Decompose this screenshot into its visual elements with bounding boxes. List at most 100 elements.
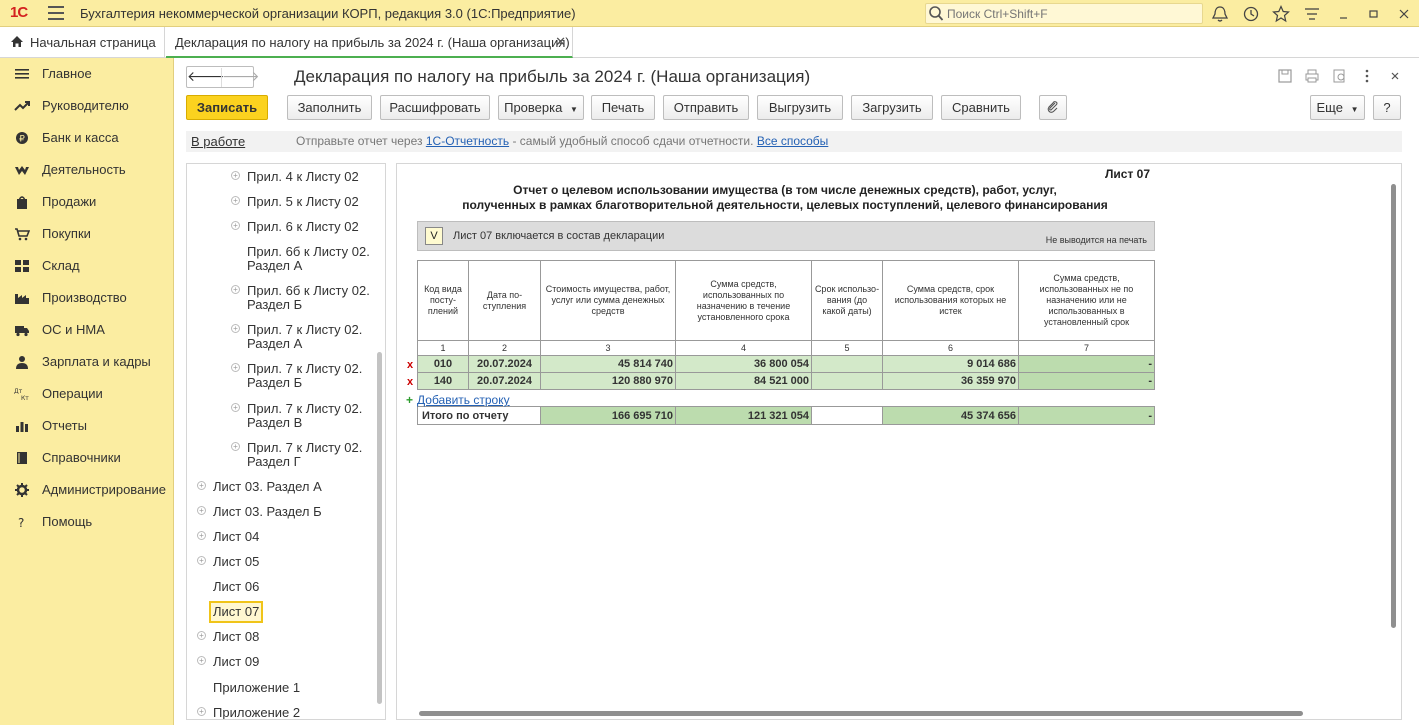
- close-form-icon[interactable]: [1387, 68, 1403, 84]
- back-arrow-icon[interactable]: 🡐: [187, 68, 225, 87]
- tree-item[interactable]: + Лист 08: [197, 630, 259, 644]
- tab-home[interactable]: Начальная страница: [0, 27, 165, 58]
- help-button[interactable]: ?: [1373, 95, 1401, 120]
- sidebar-item-assets[interactable]: ОС и НМА: [0, 314, 174, 344]
- tree-item[interactable]: + Приложение 2: [197, 706, 300, 719]
- sheet-vertical-scroll-thumb[interactable]: [1391, 184, 1396, 628]
- preview-icon[interactable]: [1332, 68, 1348, 84]
- tree-item[interactable]: + Прил. 5 к Листу 02: [231, 195, 359, 209]
- cell-date[interactable]: 20.07.2024: [468, 355, 541, 373]
- history-icon[interactable]: [1241, 4, 1261, 24]
- tree-item[interactable]: + Прил. 7 к Листу 02. Раздел Б: [231, 362, 362, 390]
- expand-icon[interactable]: +: [197, 506, 206, 515]
- tree-item[interactable]: + Лист 04: [197, 530, 259, 544]
- tree-scrollbar[interactable]: [376, 168, 383, 716]
- tree-item[interactable]: + Лист 09: [197, 655, 259, 669]
- sheet-horizontal-scroll-thumb[interactable]: [419, 711, 1303, 716]
- tab-declaration[interactable]: Декларация по налогу на прибыль за 2024 …: [166, 27, 573, 58]
- tree-item[interactable]: + Прил. 7 к Листу 02. Раздел Г: [231, 441, 362, 469]
- tree-item[interactable]: + Лист 03. Раздел А: [197, 480, 322, 494]
- upload-button[interactable]: Выгрузить: [757, 95, 843, 120]
- sidebar-item-reports[interactable]: Отчеты: [0, 410, 174, 440]
- tree-item[interactable]: + Прил. 4 к Листу 02: [231, 170, 359, 184]
- sidebar-item-admin[interactable]: Администрирование: [0, 474, 174, 504]
- attach-button[interactable]: [1039, 95, 1067, 120]
- expand-icon[interactable]: +: [231, 171, 240, 180]
- sidebar-item-operations[interactable]: Дт Кт Операции: [0, 378, 174, 408]
- more-vertical-icon[interactable]: [1359, 68, 1375, 84]
- cell-code[interactable]: 010: [417, 355, 469, 373]
- search-input[interactable]: [945, 5, 1195, 22]
- main-menu-icon[interactable]: [48, 6, 64, 20]
- tree-item[interactable]: Приложение 1: [213, 681, 300, 695]
- cell-date[interactable]: 20.07.2024: [468, 372, 541, 390]
- delete-row-icon[interactable]: x: [407, 359, 413, 371]
- cell-used[interactable]: 36 800 054: [675, 355, 812, 373]
- 1c-reporting-link[interactable]: 1С-Отчетность: [426, 134, 509, 148]
- expand-icon[interactable]: +: [197, 481, 206, 490]
- cell-unexpired[interactable]: 36 359 970: [882, 372, 1019, 390]
- tree-item[interactable]: + Лист 03. Раздел Б: [197, 505, 322, 519]
- minimize-icon[interactable]: [1334, 4, 1354, 24]
- sidebar-item-salary[interactable]: Зарплата и кадры: [0, 346, 174, 376]
- cell-unexpired[interactable]: 9 014 686: [882, 355, 1019, 373]
- tree-item[interactable]: + Прил. 7 к Листу 02. Раздел В: [231, 402, 362, 430]
- tree-item[interactable]: + Прил. 6 к Листу 02: [231, 220, 359, 234]
- save-button[interactable]: Записать: [186, 95, 268, 120]
- cell-cost[interactable]: 45 814 740: [540, 355, 676, 373]
- expand-icon[interactable]: +: [231, 324, 240, 333]
- sidebar-item-production[interactable]: Производство: [0, 282, 174, 312]
- expand-icon[interactable]: +: [231, 285, 240, 294]
- all-methods-link[interactable]: Все способы: [757, 134, 829, 148]
- sidebar-item-bank[interactable]: ₽ Банк и касса: [0, 122, 174, 152]
- sidebar-item-activity[interactable]: Деятельность: [0, 154, 174, 184]
- status-state-link[interactable]: В работе: [191, 134, 245, 149]
- print-button[interactable]: Печать: [591, 95, 655, 120]
- send-button[interactable]: Отправить: [663, 95, 749, 120]
- sidebar-item-warehouse[interactable]: Склад: [0, 250, 174, 280]
- fill-button[interactable]: Заполнить: [287, 95, 372, 120]
- tree-scroll-thumb[interactable]: [377, 352, 382, 704]
- sidebar-item-directories[interactable]: Справочники: [0, 442, 174, 472]
- save-disk-icon[interactable]: [1277, 68, 1293, 84]
- printer-icon[interactable]: [1304, 68, 1320, 84]
- tree-item-selected[interactable]: Лист 07: [209, 601, 264, 623]
- star-icon[interactable]: [1271, 4, 1291, 24]
- expand-icon[interactable]: +: [197, 556, 206, 565]
- tree-item[interactable]: + Прил. 7 к Листу 02. Раздел А: [231, 323, 362, 351]
- tree-item[interactable]: + Лист 05: [197, 555, 259, 569]
- menu-lines-icon[interactable]: [1302, 4, 1322, 24]
- forward-arrow-icon[interactable]: 🡒: [221, 68, 260, 87]
- cell-code[interactable]: 140: [417, 372, 469, 390]
- check-dropdown-button[interactable]: Проверка ▼: [498, 95, 584, 120]
- close-window-icon[interactable]: [1394, 4, 1414, 24]
- cell-term[interactable]: [811, 372, 883, 390]
- expand-icon[interactable]: +: [197, 656, 206, 665]
- tree-item[interactable]: + Прил. 6б к Листу 02. Раздел Б: [231, 284, 370, 312]
- tree-item[interactable]: Лист 06: [213, 580, 259, 594]
- expand-icon[interactable]: +: [231, 442, 240, 451]
- load-button[interactable]: Загрузить: [851, 95, 933, 120]
- sidebar-item-sales[interactable]: Продажи: [0, 186, 174, 216]
- close-tab-icon[interactable]: ✕: [555, 34, 566, 50]
- cell-used[interactable]: 84 521 000: [675, 372, 812, 390]
- expand-icon[interactable]: +: [231, 363, 240, 372]
- expand-icon[interactable]: +: [231, 221, 240, 230]
- sidebar-item-purchases[interactable]: Покупки: [0, 218, 174, 248]
- sidebar-item-main[interactable]: Главное: [0, 58, 174, 88]
- tree-item[interactable]: Прил. 6б к Листу 02. Раздел А: [247, 245, 370, 273]
- sidebar-item-help[interactable]: ? Помощь: [0, 506, 174, 536]
- more-button[interactable]: Еще ▼: [1310, 95, 1365, 120]
- add-row-link[interactable]: + Добавить строку: [406, 393, 510, 407]
- delete-row-icon[interactable]: x: [407, 376, 413, 388]
- restore-icon[interactable]: [1364, 4, 1384, 24]
- expand-icon[interactable]: +: [197, 531, 206, 540]
- sheet-vertical-scrollbar[interactable]: [1390, 184, 1397, 704]
- expand-icon[interactable]: +: [197, 707, 206, 716]
- expand-icon[interactable]: +: [197, 631, 206, 640]
- cell-term[interactable]: [811, 355, 883, 373]
- expand-icon[interactable]: +: [231, 196, 240, 205]
- bell-icon[interactable]: [1210, 4, 1230, 24]
- global-search[interactable]: [925, 3, 1203, 24]
- add-row-label[interactable]: Добавить строку: [417, 393, 510, 407]
